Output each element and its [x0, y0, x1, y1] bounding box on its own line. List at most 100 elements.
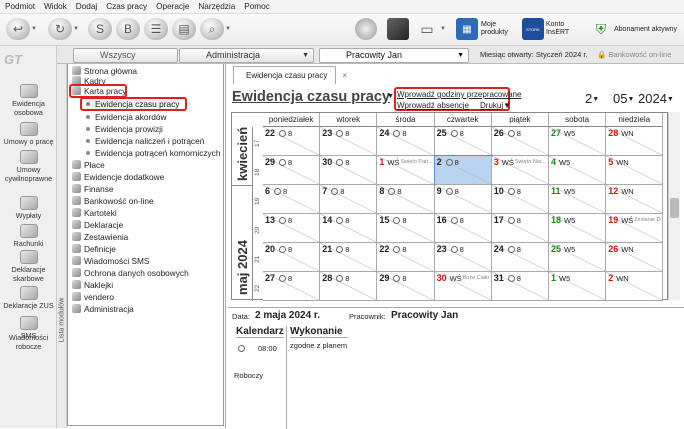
calendar-day-cell[interactable]: 98	[434, 185, 492, 214]
calendar-day-cell[interactable]: 27 W5	[549, 127, 607, 156]
calendar-day-cell[interactable]: 2 WN	[606, 272, 664, 301]
calendar-day-cell[interactable]: 5 WN	[606, 156, 664, 185]
tree-item-strona-główna[interactable]: Strona główna	[72, 66, 137, 76]
calendar-day-cell[interactable]: 29 8	[377, 272, 435, 301]
link-wprowadz-absencje[interactable]: Wprowadź absencje	[397, 101, 469, 110]
tree-item-płace[interactable]: Płace	[72, 160, 105, 170]
calendar-day-cell[interactable]: 22 8	[263, 127, 321, 156]
calendar-day-cell[interactable]: 10 8	[491, 185, 549, 214]
calendar-day-cell[interactable]: 23 8	[434, 243, 492, 272]
back-icon[interactable]: ↩	[6, 18, 30, 40]
nav-ewidencja-osobowa[interactable]: Ewidencja osobowa	[0, 84, 57, 117]
nav-wyplaty[interactable]: Wypłaty	[0, 196, 57, 221]
calendar-day-cell[interactable]: 25 8	[434, 127, 492, 156]
tree-item-ewidencja-naliczeń-i-potrąceń[interactable]: Ewidencja naliczeń i potrąceń	[86, 136, 204, 146]
abonament-status[interactable]: Abonament aktywny	[614, 26, 677, 34]
menu-podmiot[interactable]: Podmiot	[0, 0, 39, 13]
calendar-day-cell[interactable]: 11 W5	[549, 185, 607, 214]
calendar-day-cell[interactable]: 1 WŚ Święto Pań...	[377, 156, 435, 185]
calendar-day-cell[interactable]: 78	[320, 185, 378, 214]
calendar-day-cell[interactable]: 21 8	[320, 243, 378, 272]
calendar-day-cell[interactable]: 29 8	[263, 156, 321, 185]
nav-wiadomosci-robocze[interactable]: Wiadomości robocze	[0, 333, 57, 351]
moje-produkty-button[interactable]: Moje produkty	[481, 21, 508, 37]
calendar-day-cell[interactable]: 22 8	[377, 243, 435, 272]
tree-item-administracja[interactable]: Administracja	[72, 304, 134, 314]
calendar-day-cell[interactable]: 26 WN	[606, 243, 664, 272]
calendar-day-cell[interactable]: 88	[377, 185, 435, 214]
filter-wszyscy[interactable]: Wszyscy	[73, 48, 178, 63]
calendar-day-cell[interactable]: 23 8	[320, 127, 378, 156]
menu-operacje[interactable]: Operacje	[151, 0, 193, 13]
month-select[interactable]: 05▼	[613, 91, 634, 106]
tree-item-ewidencje-dodatkowe[interactable]: Ewidencje dodatkowe	[72, 172, 164, 182]
store-icon[interactable]: STORE	[522, 18, 544, 40]
calendar-day-cell[interactable]: 3 WŚ Święto Nar...	[491, 156, 549, 185]
menu-narzędzia[interactable]: Narzędzia	[193, 0, 239, 13]
calendar-day-cell[interactable]: 19WŚZesłanie Du...	[606, 214, 664, 243]
calendar-day-cell[interactable]: 28 WN	[606, 127, 664, 156]
calendar-day-cell[interactable]: 16 8	[434, 214, 492, 243]
calendar-day-cell[interactable]: 27 8	[263, 272, 321, 301]
calendar-day-cell[interactable]: 30 WŚ Boże Ciało	[434, 272, 492, 301]
calendar-day-cell[interactable]: 28	[433, 155, 493, 186]
calendar-day-cell[interactable]: 17 8	[491, 214, 549, 243]
calendar-day-cell[interactable]: 1 W5	[549, 272, 607, 301]
nav-umowy-cywilnoprawne[interactable]: Umowy cywilnoprawne	[0, 150, 57, 183]
menu-widok[interactable]: Widok	[39, 0, 71, 13]
calendar-day-cell[interactable]: 15 8	[377, 214, 435, 243]
calendar-day-cell[interactable]: 13 8	[263, 214, 321, 243]
calendar-day-cell[interactable]: 18 W5	[549, 214, 607, 243]
bankowosc-status[interactable]: 🔒 Bankowość on-line	[597, 50, 671, 59]
tree-item-zestawienia[interactable]: Zestawienia	[72, 232, 128, 242]
calendar-day-cell[interactable]: 12 WN	[606, 185, 664, 214]
cube-icon[interactable]	[387, 18, 409, 40]
tree-item-finanse[interactable]: Finanse	[72, 184, 114, 194]
products-icon[interactable]: ▦	[456, 18, 478, 40]
year-select[interactable]: 2024▼	[638, 91, 674, 106]
modules-sidebar[interactable]: Lista modułów	[57, 64, 67, 428]
tool-book-icon[interactable]: ▤	[172, 18, 196, 40]
tree-item-ewidencja-potrąceń-komorniczych[interactable]: Ewidencja potrąceń komorniczych	[86, 148, 220, 158]
tree-item-ewidencja-akordów[interactable]: Ewidencja akordów	[86, 112, 166, 122]
calendar-day-cell[interactable]: 24 8	[377, 127, 435, 156]
tool-s-icon[interactable]: S	[88, 18, 112, 40]
drukuj-button[interactable]: Drukuj▼	[480, 101, 511, 110]
nav-rachunki[interactable]: Rachunki	[0, 224, 57, 249]
calendar-day-cell[interactable]: 31 8	[491, 272, 549, 301]
tree-item-definicje[interactable]: Definicje	[72, 244, 116, 254]
scrollbar-thumb[interactable]	[670, 198, 679, 218]
link-wprowadz-godziny[interactable]: Wprowadź godziny przepracowane	[397, 90, 522, 99]
calendar-day-cell[interactable]: 25 W5	[549, 243, 607, 272]
calendar-day-cell[interactable]: 26 8	[491, 127, 549, 156]
close-tab-icon[interactable]: ×	[342, 67, 347, 84]
tree-item-ochrona-danych-osobowych[interactable]: Ochrona danych osobowych	[72, 268, 189, 278]
tree-item-deklaracje[interactable]: Deklaracje	[72, 220, 123, 230]
konto-insert-button[interactable]: Konto InsERT	[546, 21, 569, 37]
page-title[interactable]: Ewidencja czasu pracy	[232, 89, 390, 105]
refresh-icon[interactable]: ↻	[48, 18, 72, 40]
nav-deklaracje-skarbowe[interactable]: Deklaracje skarbowe	[0, 250, 57, 283]
calendar-day-cell[interactable]: 30 8	[320, 156, 378, 185]
tree-item-ewidencja-prowizji[interactable]: Ewidencja prowizji	[86, 124, 163, 134]
tree-item-naklejki[interactable]: Naklejki	[72, 280, 113, 290]
employee-select[interactable]: Pracowity Jan ▼	[319, 48, 469, 63]
menu-pomoc[interactable]: Pomoc	[239, 0, 273, 13]
day-select[interactable]: 2▼	[585, 91, 599, 106]
calendar-scrollbar[interactable]	[668, 112, 680, 300]
nav-deklaracje-zus[interactable]: Deklaracje ZUS	[0, 286, 57, 311]
tree-item-kartoteki[interactable]: Kartoteki	[72, 208, 117, 218]
window-icon[interactable]: ▭	[416, 18, 438, 40]
calendar-day-cell[interactable]: 68	[263, 185, 321, 214]
calendar-day-cell[interactable]: 24 8	[491, 243, 549, 272]
tool-b-icon[interactable]: B	[116, 18, 140, 40]
nav-umowy-o-prace[interactable]: Umowy o pracę	[0, 122, 57, 147]
calendar-day-cell[interactable]: 28 8	[320, 272, 378, 301]
calendar-day-cell[interactable]: 20 8	[263, 243, 321, 272]
tool-list-icon[interactable]: ☰	[144, 18, 168, 40]
tree-item-wiadomości-sms[interactable]: Wiadomości SMS	[72, 256, 149, 266]
filter-administracja[interactable]: Administracja ▼	[179, 48, 314, 63]
tree-item-vendero[interactable]: vendero	[72, 292, 114, 302]
calendar-day-cell[interactable]: 14 8	[320, 214, 378, 243]
calendar-day-cell[interactable]: 4 W5	[549, 156, 607, 185]
